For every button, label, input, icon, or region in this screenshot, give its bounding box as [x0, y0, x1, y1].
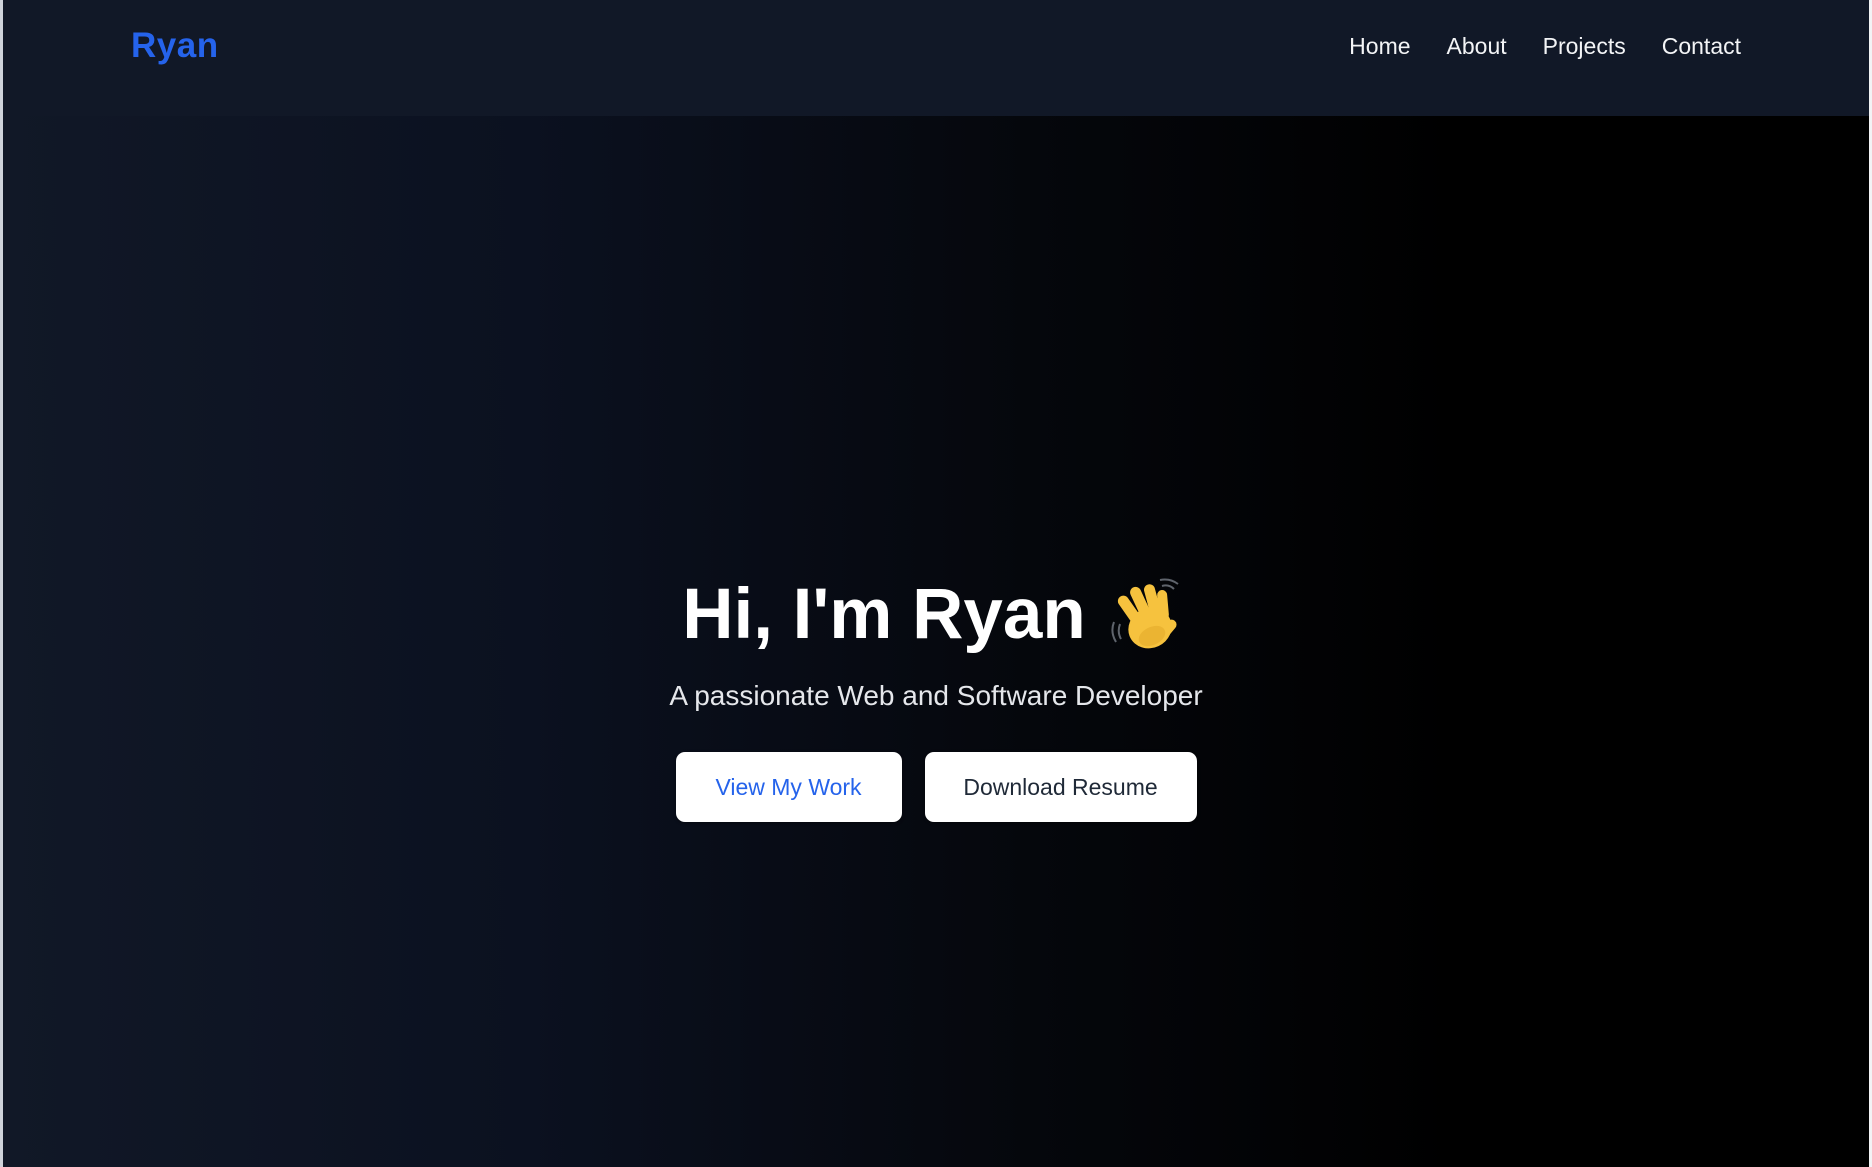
navbar: Ryan Home About Projects Contact: [3, 0, 1869, 116]
nav-link-about[interactable]: About: [1447, 28, 1507, 64]
hero-section: Hi, I'm Ryan A passionate Web and Softwa…: [3, 116, 1869, 1167]
waving-hand-icon: [1104, 572, 1190, 658]
view-my-work-button[interactable]: View My Work: [675, 752, 902, 822]
hero-content: Hi, I'm Ryan A passionate Web and Softwa…: [3, 572, 1869, 822]
download-resume-button[interactable]: Download Resume: [924, 752, 1197, 822]
hero-actions: View My Work Download Resume: [3, 752, 1869, 822]
brand-logo[interactable]: Ryan: [131, 24, 219, 68]
hero-subtitle: A passionate Web and Software Developer: [669, 680, 1203, 711]
page: Ryan Home About Projects Contact Hi, I'm…: [3, 0, 1869, 1167]
nav-link-home[interactable]: Home: [1349, 28, 1410, 64]
nav-link-contact[interactable]: Contact: [1662, 28, 1741, 64]
hero-title: Hi, I'm Ryan: [682, 572, 1190, 658]
nav-links: Home About Projects Contact: [1349, 28, 1741, 64]
nav-link-projects[interactable]: Projects: [1543, 28, 1626, 64]
hero-title-text: Hi, I'm Ryan: [682, 575, 1086, 654]
